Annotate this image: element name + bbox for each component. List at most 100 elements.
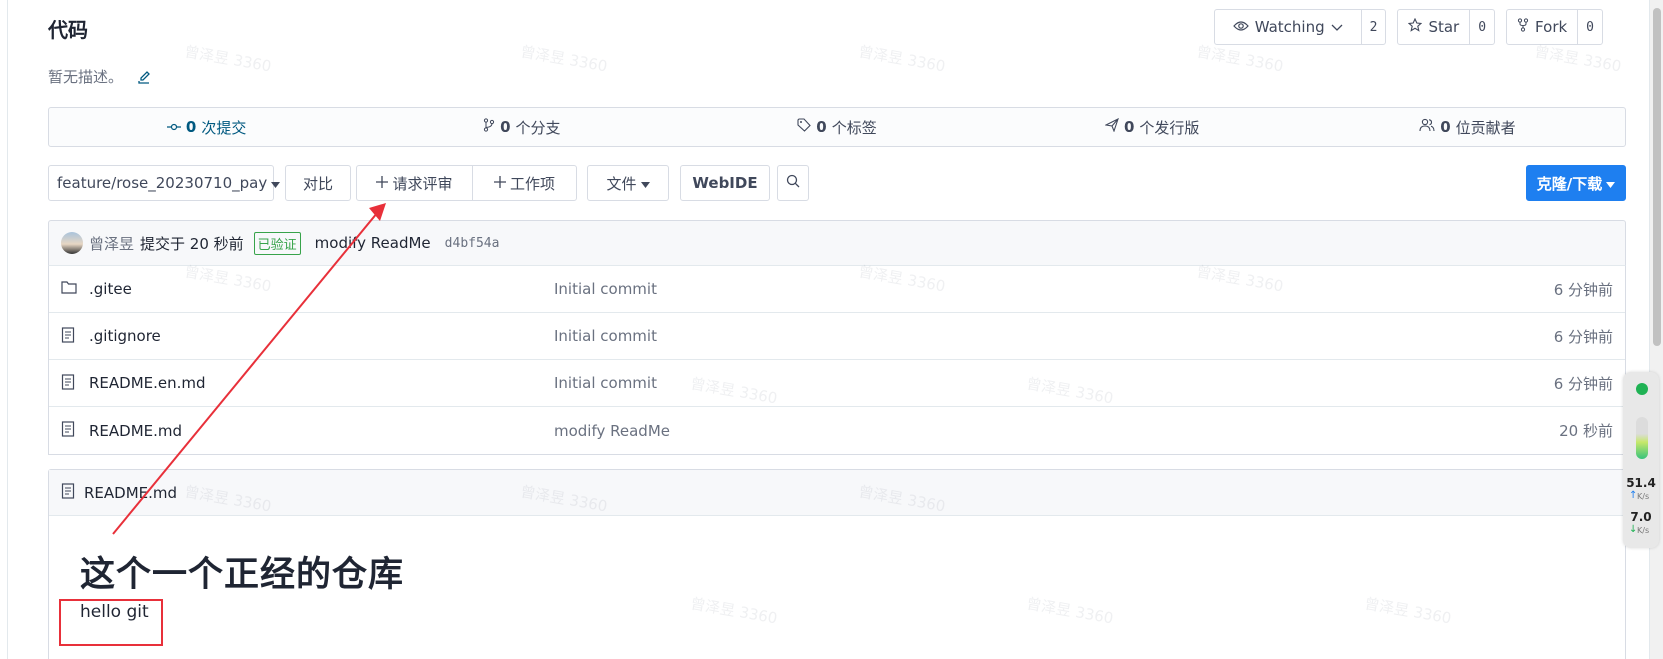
repo-actions: Watching 2 Star 0 Fork 0	[1213, 9, 1603, 45]
stat-label: 次提交	[201, 118, 247, 137]
stat-commits[interactable]: 0 次提交	[49, 117, 364, 138]
compare-button[interactable]: 对比	[285, 165, 351, 201]
file-commit-message[interactable]: modify ReadMe	[554, 422, 670, 440]
webide-button[interactable]: WebIDE	[680, 165, 770, 201]
commit-sha[interactable]: d4bf54a	[445, 236, 500, 251]
stat-contributors[interactable]: 0 位贡献者	[1310, 117, 1625, 138]
scrollbar-thumb[interactable]	[1653, 8, 1661, 346]
watch-count[interactable]: 2	[1362, 10, 1386, 44]
description-text: 暂无描述。	[48, 68, 124, 86]
branch-select[interactable]: feature/rose_20230710_pay	[48, 165, 281, 201]
files-dropdown[interactable]: 文件	[587, 165, 669, 201]
clone-download-button[interactable]: 克隆/下载	[1526, 165, 1626, 201]
file-row: .gitignore Initial commit 6 分钟前	[49, 313, 1625, 360]
stat-value: 0	[1440, 118, 1451, 136]
create-button-group: 请求评审 工作项	[356, 165, 577, 201]
status-dot-icon	[1636, 383, 1648, 395]
users-icon	[1419, 118, 1435, 136]
fork-icon	[1517, 18, 1529, 36]
edit-icon[interactable]	[137, 70, 151, 84]
file-row: README.en.md Initial commit 6 分钟前	[49, 360, 1625, 407]
commit-author[interactable]: 曾泽昱	[89, 233, 134, 254]
latest-commit-bar: 曾泽昱 提交于 20 秒前 已验证 modify ReadMe d4bf54a	[48, 220, 1626, 265]
file-name[interactable]: .gitignore	[89, 327, 161, 345]
plus-icon	[493, 174, 506, 192]
stat-branches[interactable]: 0 个分支	[364, 117, 679, 138]
avatar[interactable]	[61, 232, 83, 254]
network-speed-widget[interactable]: 51.4 ↑ K/s 7.0 ↓ K/s	[1623, 372, 1659, 548]
file-name[interactable]: .gitee	[89, 280, 132, 298]
page-title: 代码	[48, 18, 88, 42]
readme-panel: README.md 这个一个正经的仓库 hello git	[48, 469, 1626, 659]
commit-time: 提交于 20 秒前	[140, 234, 244, 253]
page-scrollbar[interactable]	[1650, 0, 1663, 659]
plus-icon	[376, 174, 389, 192]
new-issue-button[interactable]: 工作项	[473, 166, 576, 200]
verified-badge: 已验证	[253, 231, 301, 255]
file-name[interactable]: README.en.md	[89, 374, 206, 392]
tag-icon	[797, 118, 812, 136]
file-row: README.md modify ReadMe 20 秒前	[49, 407, 1625, 454]
file-icon	[61, 374, 75, 390]
stat-tags[interactable]: 0 个标签	[679, 117, 994, 138]
watch-label: Watching	[1254, 18, 1325, 36]
download-speed: 7.0	[1630, 510, 1652, 524]
pull-request-label: 请求评审	[392, 174, 453, 193]
files-label: 文件	[606, 174, 637, 193]
commit-icon	[166, 118, 181, 136]
star-button-group: Star 0	[1397, 9, 1496, 45]
repo-toolbar: feature/rose_20230710_pay 对比 请求评审 工作项 文件…	[48, 165, 1626, 201]
repo-description: 暂无描述。	[48, 66, 151, 87]
stat-label: 位贡献者	[1455, 118, 1516, 137]
file-commit-time: 6 分钟前	[1553, 374, 1613, 393]
network-level-bar	[1636, 417, 1648, 459]
fork-count[interactable]: 0	[1578, 10, 1602, 44]
file-commit-time: 6 分钟前	[1553, 327, 1613, 346]
search-icon	[786, 174, 800, 192]
stat-value: 0	[816, 118, 827, 136]
file-list: .gitee Initial commit 6 分钟前 .gitignore I…	[48, 265, 1626, 455]
fork-button[interactable]: Fork	[1507, 10, 1579, 44]
file-commit-message[interactable]: Initial commit	[554, 327, 657, 345]
stat-releases[interactable]: 0 个发行版	[995, 117, 1310, 138]
issue-label: 工作项	[509, 174, 555, 193]
watch-button[interactable]: Watching	[1215, 10, 1362, 44]
eye-icon	[1232, 18, 1249, 36]
file-commit-message[interactable]: Initial commit	[554, 280, 657, 298]
stat-value: 0	[500, 118, 511, 136]
file-icon	[61, 421, 75, 437]
new-pull-request-button[interactable]: 请求评审	[357, 166, 473, 200]
stat-value: 0	[1123, 118, 1135, 136]
stat-label: 个标签	[831, 118, 877, 137]
star-button[interactable]: Star	[1398, 10, 1471, 44]
upload-unit: K/s	[1637, 492, 1650, 501]
send-icon	[1104, 117, 1119, 136]
branch-icon	[483, 118, 495, 136]
commit-message[interactable]: modify ReadMe	[315, 234, 431, 252]
upload-speed: 51.4	[1626, 476, 1656, 490]
star-icon	[1408, 17, 1423, 36]
file-commit-time: 20 秒前	[1559, 422, 1613, 440]
fork-button-group: Fork 0	[1506, 9, 1603, 45]
fork-label: Fork	[1535, 18, 1568, 36]
search-button[interactable]	[777, 165, 809, 201]
readme-filename[interactable]: README.md	[84, 484, 177, 502]
file-commit-time: 6 分钟前	[1553, 280, 1613, 299]
star-label: Star	[1428, 18, 1460, 36]
stat-label: 个发行版	[1139, 118, 1200, 137]
clone-label: 克隆/下载	[1536, 174, 1603, 193]
file-commit-message[interactable]: Initial commit	[554, 374, 657, 392]
branch-name: feature/rose_20230710_pay	[57, 174, 268, 192]
file-icon	[61, 327, 75, 343]
caret-down-icon	[1606, 174, 1616, 192]
readme-heading: 这个一个正经的仓库	[80, 555, 405, 595]
stat-label: 个分支	[515, 118, 561, 137]
download-unit: K/s	[1637, 526, 1650, 535]
file-row: .gitee Initial commit 6 分钟前	[49, 266, 1625, 313]
repo-page: 代码 暂无描述。 Watching 2 Star 0 Fork 0 0 次提交 …	[7, 0, 1650, 659]
caret-down-icon	[640, 174, 650, 192]
file-name[interactable]: README.md	[89, 422, 182, 440]
file-icon	[61, 482, 75, 503]
stat-value: 0	[185, 118, 197, 136]
star-count[interactable]: 0	[1470, 10, 1494, 44]
